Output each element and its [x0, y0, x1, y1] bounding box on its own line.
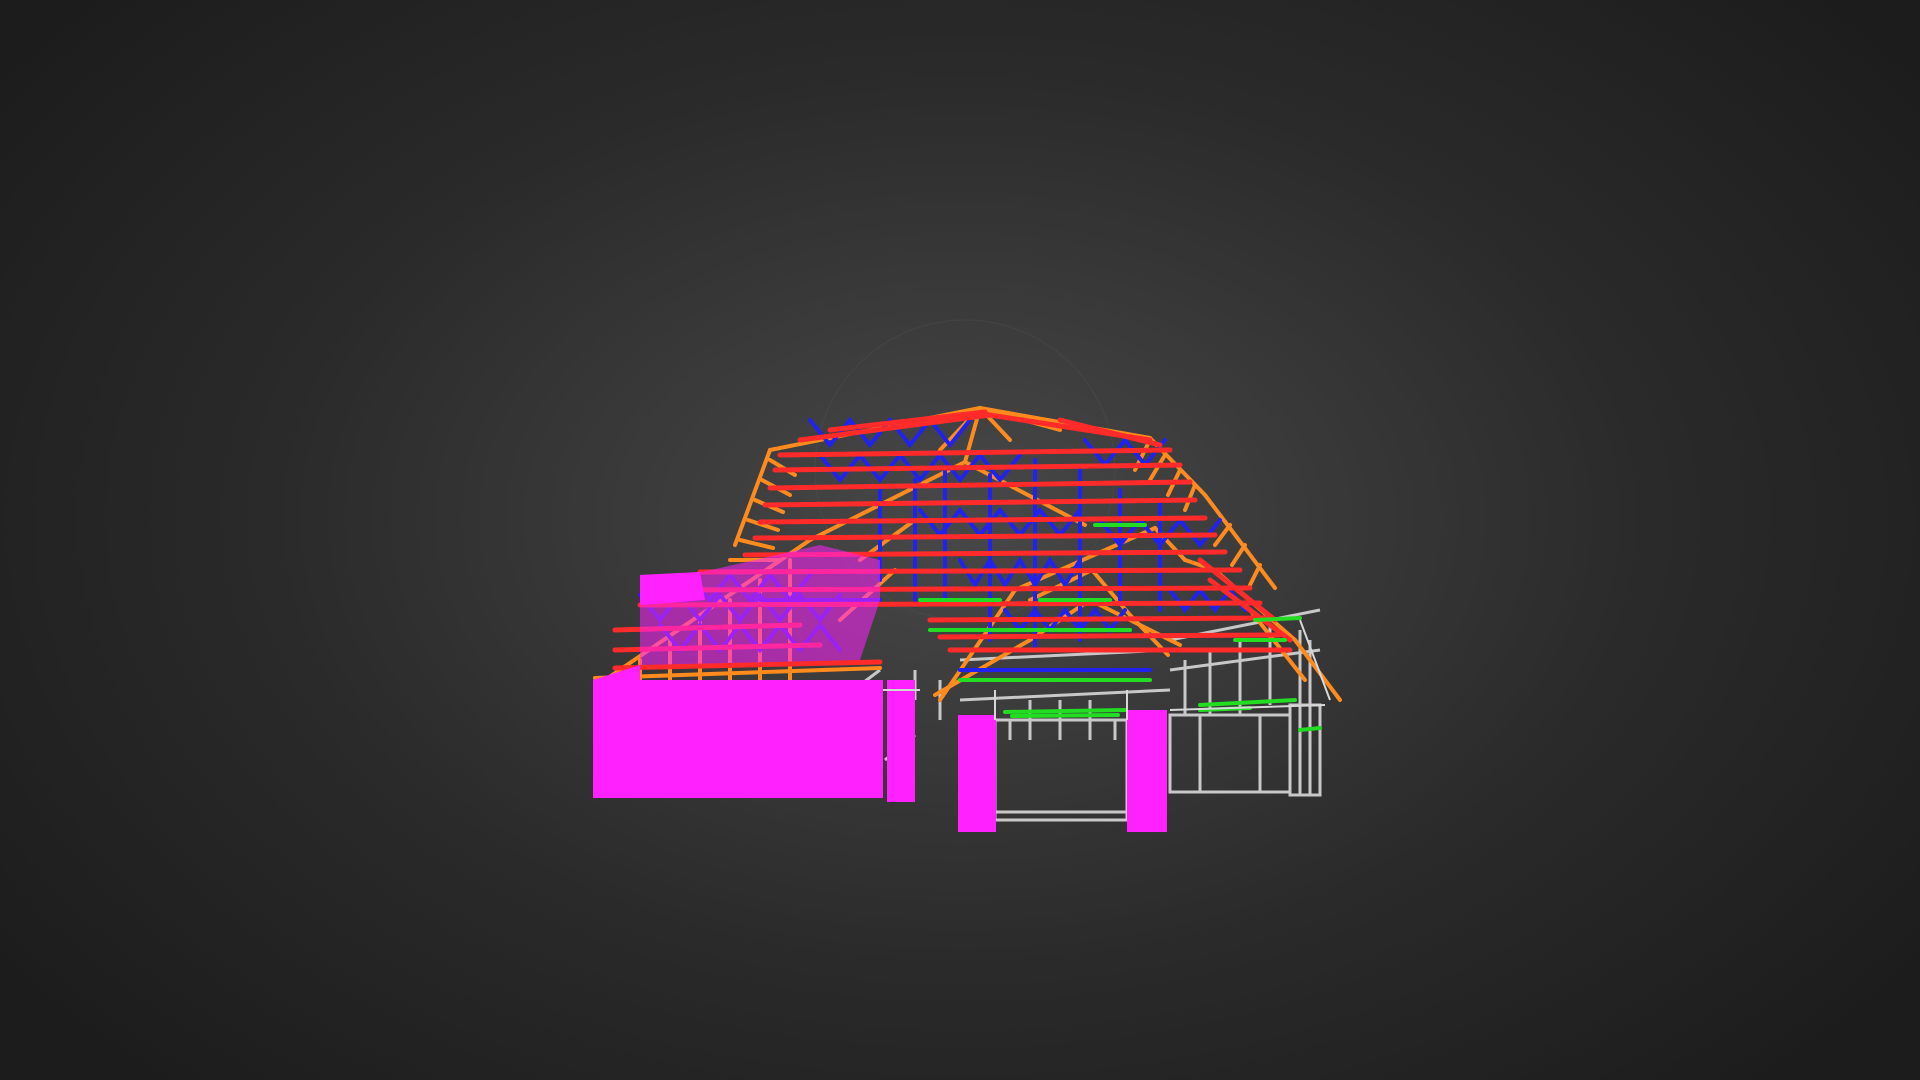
3d-viewer[interactable] — [0, 0, 1920, 1080]
model-viewport[interactable] — [0, 0, 1920, 1080]
house-frame-model[interactable] — [593, 406, 1342, 832]
